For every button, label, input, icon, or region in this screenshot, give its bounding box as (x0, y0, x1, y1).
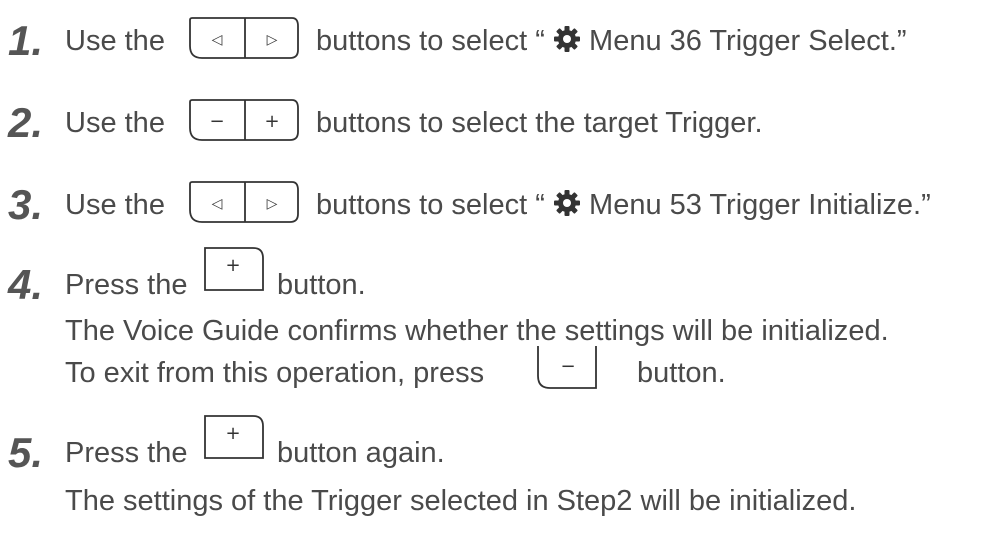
step-text-before: Press the (65, 437, 188, 469)
step-number: 3. (8, 181, 44, 228)
step-number: 5. (8, 429, 44, 476)
step-text-line3-after: button. (637, 357, 726, 389)
step-text-after: buttons to select the target Trigger. (316, 107, 763, 139)
plus-icon: + (264, 111, 279, 132)
step-number: 4. (8, 261, 44, 308)
step-text-before: Press the (65, 269, 188, 301)
plus-button: + (203, 246, 267, 292)
minus-icon: − (209, 111, 224, 132)
step-number: 1. (8, 17, 44, 64)
minus-plus-buttons: − + (188, 98, 300, 142)
step-text-after: buttons to select “ Menu 36 Trigger Sele… (316, 24, 907, 58)
left-right-buttons: ◁ ▷ (188, 16, 300, 60)
left-right-buttons: ◁ ▷ (188, 180, 300, 224)
step-text-line2: The settings of the Trigger selected in … (65, 485, 857, 517)
step-text-after: button again. (277, 437, 445, 469)
step-text-line2: The Voice Guide confirms whether the set… (65, 315, 889, 347)
left-arrow-icon: ◁ (212, 32, 223, 48)
left-arrow-icon: ◁ (212, 196, 223, 212)
plus-icon: + (225, 255, 240, 276)
step-text-before: Use the (65, 189, 165, 221)
right-arrow-icon: ▷ (267, 196, 278, 212)
step-text-after: button. (277, 269, 366, 301)
step-text-after-prefix: buttons to select “ (316, 25, 545, 57)
menu-text: Menu 53 Trigger Initialize.” (589, 189, 931, 221)
gear-icon (553, 190, 580, 216)
right-arrow-icon: ▷ (267, 32, 278, 48)
step-text-before: Use the (65, 107, 165, 139)
step-text-after: buttons to select “ Menu 53 Trigger Init… (316, 188, 931, 222)
step-number: 2. (8, 99, 44, 146)
step-text-before: Use the (65, 25, 165, 57)
minus-icon: − (560, 356, 575, 377)
plus-button: + (203, 414, 267, 460)
gear-icon (553, 26, 580, 52)
plus-icon: + (225, 423, 240, 444)
minus-button: − (536, 344, 600, 390)
step-text-after-prefix: buttons to select “ (316, 189, 545, 221)
menu-text: Menu 36 Trigger Select.” (589, 25, 907, 57)
step-text-line3-before: To exit from this operation, press (65, 357, 485, 389)
